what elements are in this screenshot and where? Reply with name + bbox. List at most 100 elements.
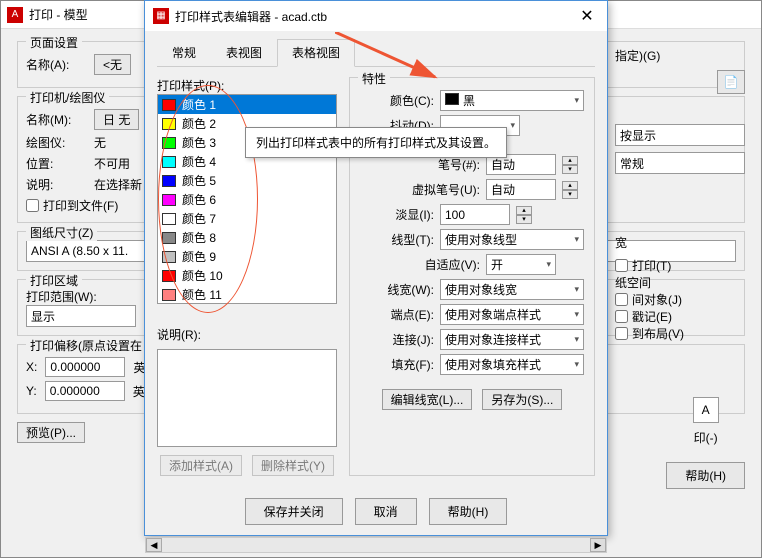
bg-title: 打印 - 模型 xyxy=(29,6,88,23)
endstyle-label: 端点(E): xyxy=(360,306,434,323)
description-textarea[interactable] xyxy=(157,349,337,447)
plot-style-list[interactable]: 颜色 1颜色 2颜色 3颜色 4颜色 5颜色 6颜色 7颜色 8颜色 9颜色 1… xyxy=(157,94,337,304)
quality-select[interactable] xyxy=(615,152,745,174)
fillstyle-select[interactable]: 使用对象填充样式▾ xyxy=(440,354,584,375)
vpen-select[interactable]: 自动 xyxy=(486,179,556,200)
tab-table-view[interactable]: 表视图 xyxy=(211,39,277,66)
fg-bottom-buttons: 保存并关闭 取消 帮助(H) xyxy=(145,498,607,525)
color-swatch-icon xyxy=(162,289,176,301)
tab-form-view[interactable]: 表格视图 xyxy=(277,39,355,67)
color-swatch-icon xyxy=(162,156,176,168)
name-select[interactable]: <无 xyxy=(94,54,131,75)
close-button[interactable]: ✕ xyxy=(567,1,607,31)
color-item-label: 颜色 1 xyxy=(182,96,216,113)
joinstyle-select[interactable]: 使用对象连接样式▾ xyxy=(440,329,584,350)
cb-stamp-e[interactable] xyxy=(615,310,628,323)
delete-style-button[interactable]: 删除样式(Y) xyxy=(252,455,334,476)
adaptive-select[interactable]: 开▾ xyxy=(486,254,556,275)
color-item[interactable]: 颜色 11 xyxy=(158,285,336,304)
color-item[interactable]: 颜色 8 xyxy=(158,228,336,247)
plotter-value: 无 xyxy=(94,134,106,151)
print-to-file-label: 打印到文件(F) xyxy=(43,197,118,214)
orientation-icon: A xyxy=(693,397,719,423)
color-item-label: 颜色 2 xyxy=(182,115,216,132)
r-width: 宽 xyxy=(615,234,627,251)
color-item[interactable]: 颜色 1 xyxy=(158,95,336,114)
cancel-button[interactable]: 取消 xyxy=(355,498,417,525)
color-item[interactable]: 颜色 6 xyxy=(158,190,336,209)
plot-style-icon[interactable]: 📄 xyxy=(717,70,745,94)
fg-app-icon: ▦ xyxy=(153,8,169,24)
position-value: 不可用 xyxy=(94,155,130,172)
color-swatch-icon xyxy=(162,137,176,149)
bg-help-button[interactable]: 帮助(H) xyxy=(666,462,745,489)
cb-object-j[interactable] xyxy=(615,293,628,306)
save-close-button[interactable]: 保存并关闭 xyxy=(245,498,343,525)
color-select[interactable]: 黑▾ xyxy=(440,90,584,111)
printer-name-label: 名称(M): xyxy=(26,111,86,128)
print-offset-label: 打印偏移(原点设置在 xyxy=(26,337,146,354)
color-swatch-icon xyxy=(162,175,176,187)
h-scrollbar[interactable]: ◀ ▶ xyxy=(145,537,607,553)
x-label: X: xyxy=(26,360,37,374)
x-input[interactable] xyxy=(45,357,125,377)
cb-print-t[interactable] xyxy=(615,259,628,272)
scroll-right-icon[interactable]: ▶ xyxy=(590,538,606,552)
color-swatch-icon xyxy=(162,270,176,282)
edit-lineweight-button[interactable]: 编辑线宽(L)... xyxy=(382,389,473,410)
print-minus: 印(-) xyxy=(694,429,718,446)
app-icon: A xyxy=(7,7,23,23)
plotter-label: 绘图仪: xyxy=(26,134,86,151)
linetype-select[interactable]: 使用对象线型▾ xyxy=(440,229,584,250)
position-label: 位置: xyxy=(26,155,86,172)
props-title: 特性 xyxy=(358,70,390,87)
y-input[interactable] xyxy=(45,381,125,401)
help-button[interactable]: 帮助(H) xyxy=(429,498,508,525)
pen-label: 笔号(#): xyxy=(360,156,480,173)
tabs: 常规 表视图 表格视图 xyxy=(157,39,595,67)
y-label: Y: xyxy=(26,384,37,398)
color-item[interactable]: 颜色 5 xyxy=(158,171,336,190)
color-swatch-icon xyxy=(162,251,176,263)
linetype-label: 线型(T): xyxy=(360,231,434,248)
adaptive-label: 自适应(V): xyxy=(360,256,480,273)
joinstyle-label: 连接(J): xyxy=(360,331,434,348)
print-area-label: 打印区域 xyxy=(26,272,82,289)
print-range-select[interactable] xyxy=(26,305,136,327)
preview-button[interactable]: 预览(P)... xyxy=(17,422,85,443)
fg-title: 打印样式表编辑器 - acad.ctb xyxy=(175,8,327,25)
add-style-button[interactable]: 添加样式(A) xyxy=(160,455,242,476)
color-item[interactable]: 颜色 9 xyxy=(158,247,336,266)
lineweight-select[interactable]: 使用对象线宽▾ xyxy=(440,279,584,300)
screening-label: 淡显(I): xyxy=(360,206,434,223)
color-item[interactable]: 颜色 10 xyxy=(158,266,336,285)
screening-input[interactable]: 100 xyxy=(440,204,510,225)
tab-general[interactable]: 常规 xyxy=(157,39,211,66)
desc-label: 说明: xyxy=(26,176,86,193)
color-swatch-icon xyxy=(162,213,176,225)
color-item-label: 颜色 5 xyxy=(182,172,216,189)
vpen-label: 虚拟笔号(U): xyxy=(360,181,480,198)
printer-name-select[interactable]: 日 无 xyxy=(94,109,139,130)
assign-label: 指定)(G) xyxy=(615,47,660,64)
vpen-spinner[interactable]: ▴▾ xyxy=(562,181,578,199)
color-item-label: 颜色 7 xyxy=(182,210,216,227)
cb-layout-v[interactable] xyxy=(615,327,628,340)
printer-section-label: 打印机/绘图仪 xyxy=(26,89,109,106)
print-to-file-checkbox[interactable] xyxy=(26,199,39,212)
fg-body: 常规 表视图 表格视图 打印样式(P): 颜色 1颜色 2颜色 3颜色 4颜色 … xyxy=(145,31,607,484)
scroll-left-icon[interactable]: ◀ xyxy=(146,538,162,552)
pen-spinner[interactable]: ▴▾ xyxy=(562,156,578,174)
color-item-label: 颜色 9 xyxy=(182,248,216,265)
color-item-label: 颜色 4 xyxy=(182,153,216,170)
fg-titlebar: ▦ 打印样式表编辑器 - acad.ctb ✕ xyxy=(145,1,607,31)
orientation-block: A 印(-) 帮助(H) xyxy=(666,397,745,489)
display-select[interactable] xyxy=(615,124,745,146)
screening-spinner[interactable]: ▴▾ xyxy=(516,206,532,224)
desc-r-label: 说明(R): xyxy=(157,326,337,343)
color-item[interactable]: 颜色 7 xyxy=(158,209,336,228)
endstyle-select[interactable]: 使用对象端点样式▾ xyxy=(440,304,584,325)
save-as-button[interactable]: 另存为(S)... xyxy=(482,389,562,410)
color-swatch-icon xyxy=(162,118,176,130)
color-swatch-icon xyxy=(162,194,176,206)
